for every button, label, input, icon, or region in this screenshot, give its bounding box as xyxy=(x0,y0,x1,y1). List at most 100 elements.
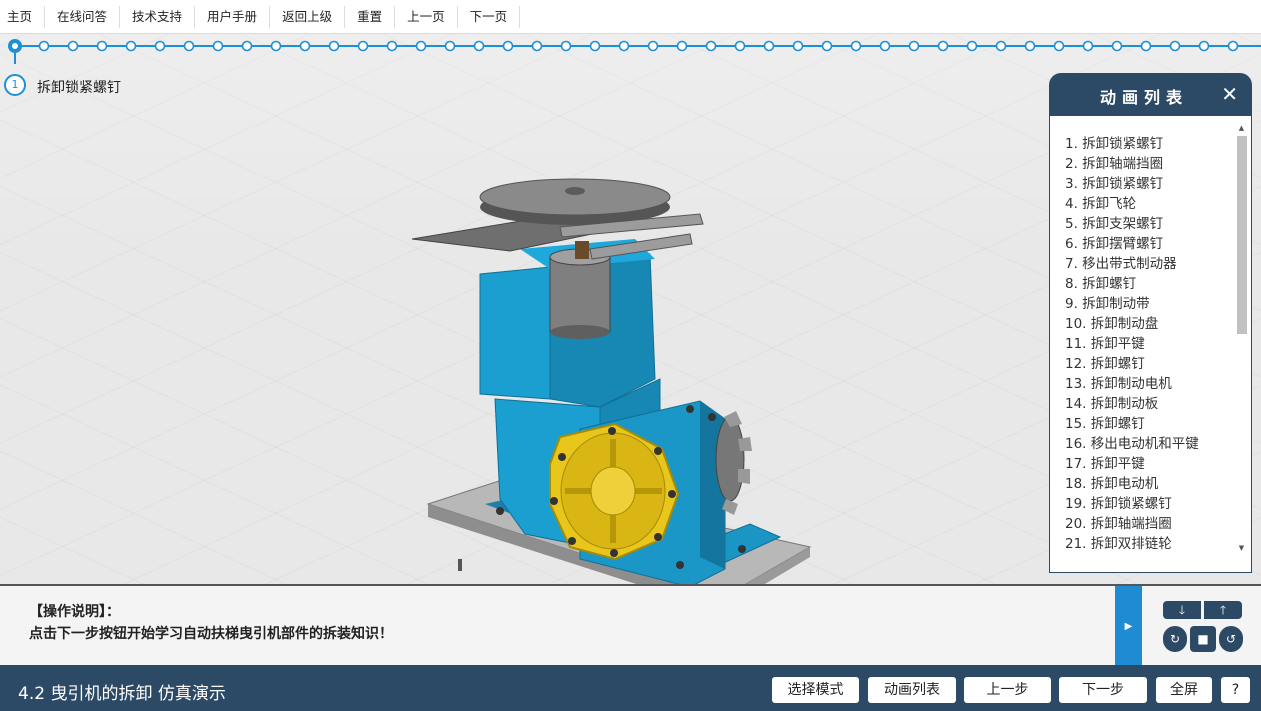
timeline-node[interactable] xyxy=(792,40,804,52)
menu-home[interactable]: 主页 xyxy=(0,5,46,28)
animation-list-item[interactable]: 2. 拆卸轴端挡圈 xyxy=(1065,154,1199,174)
menu-reset[interactable]: 重置 xyxy=(345,5,396,28)
timeline-node[interactable] xyxy=(386,40,398,52)
animation-list-item[interactable]: 21. 拆卸双排链轮 xyxy=(1065,534,1199,554)
timeline-node[interactable] xyxy=(241,40,253,52)
menu-back[interactable]: 返回上级 xyxy=(270,5,346,28)
animation-list-item[interactable]: 18. 拆卸电动机 xyxy=(1065,474,1199,494)
select-mode-button[interactable]: 选择模式 xyxy=(772,677,859,703)
timeline-node[interactable] xyxy=(1227,40,1239,52)
animation-list: 1. 拆卸锁紧螺钉 2. 拆卸轴端挡圈 3. 拆卸锁紧螺钉 4. 拆卸飞轮 5. 拆卸支… xyxy=(1065,134,1199,554)
timeline-node[interactable] xyxy=(589,40,601,52)
3d-viewport[interactable]: 1 拆卸锁紧螺钉 动画列表 ✕ 1. 拆卸锁紧螺钉 2. 拆卸轴端挡圈 3. 拆… xyxy=(0,34,1261,633)
rotate-right-icon[interactable]: ↺ xyxy=(1219,626,1243,652)
timeline-node[interactable] xyxy=(96,40,108,52)
timeline-node[interactable] xyxy=(415,40,427,52)
timeline-node[interactable] xyxy=(67,40,79,52)
scrollbar[interactable]: ▲ ▼ xyxy=(1236,124,1247,554)
animation-list-button[interactable]: 动画列表 xyxy=(868,677,956,703)
animation-list-item[interactable]: 10. 拆卸制动盘 xyxy=(1065,314,1199,334)
animation-list-item[interactable]: 7. 移出带式制动器 xyxy=(1065,254,1199,274)
timeline-node[interactable] xyxy=(38,40,50,52)
animation-list-item[interactable]: 4. 拆卸飞轮 xyxy=(1065,194,1199,214)
timeline-node[interactable] xyxy=(1024,40,1036,52)
timeline-node[interactable] xyxy=(328,40,340,52)
timeline-node[interactable] xyxy=(1198,40,1210,52)
step-timeline[interactable] xyxy=(0,34,1261,64)
menu-online-qa[interactable]: 在线问答 xyxy=(45,5,121,28)
next-step-button[interactable]: 下一步 xyxy=(1059,677,1147,703)
timeline-node[interactable] xyxy=(1169,40,1181,52)
timeline-node[interactable] xyxy=(676,40,688,52)
timeline-node[interactable] xyxy=(734,40,746,52)
timeline-node[interactable] xyxy=(821,40,833,52)
animation-list-item[interactable]: 14. 拆卸制动板 xyxy=(1065,394,1199,414)
timeline-node[interactable] xyxy=(473,40,485,52)
timeline-node[interactable] xyxy=(531,40,543,52)
scrollbar-thumb[interactable] xyxy=(1237,136,1247,334)
animation-list-item[interactable]: 5. 拆卸支架螺钉 xyxy=(1065,214,1199,234)
step-number-badge: 1 xyxy=(4,74,26,96)
animation-list-item[interactable]: 13. 拆卸制动电机 xyxy=(1065,374,1199,394)
animation-list-item[interactable]: 9. 拆卸制动带 xyxy=(1065,294,1199,314)
menu-tech-support[interactable]: 技术支持 xyxy=(120,5,196,28)
timeline-node[interactable] xyxy=(966,40,978,52)
timeline-node[interactable] xyxy=(850,40,862,52)
timeline-node[interactable] xyxy=(560,40,572,52)
timeline-node[interactable] xyxy=(763,40,775,52)
animation-list-item[interactable]: 20. 拆卸轴端挡圈 xyxy=(1065,514,1199,534)
timeline-node[interactable] xyxy=(705,40,717,52)
timeline-node[interactable] xyxy=(357,40,369,52)
animation-list-item[interactable]: 16. 移出电动机和平键 xyxy=(1065,434,1199,454)
rotate-left-icon[interactable]: ↻ xyxy=(1163,626,1187,652)
timeline-node[interactable] xyxy=(270,40,282,52)
timeline-node[interactable] xyxy=(908,40,920,52)
animation-list-item[interactable]: 12. 拆卸螺钉 xyxy=(1065,354,1199,374)
timeline-node[interactable] xyxy=(212,40,224,52)
timeline-node[interactable] xyxy=(879,40,891,52)
traction-machine-model[interactable] xyxy=(400,139,820,634)
menu-next-page[interactable]: 下一页 xyxy=(458,5,521,28)
menu-prev-page[interactable]: 上一页 xyxy=(395,5,458,28)
instruction-label: 【操作说明】： xyxy=(29,604,120,620)
timeline-node[interactable] xyxy=(995,40,1007,52)
help-button[interactable]: ? xyxy=(1221,677,1250,703)
animation-list-item[interactable]: 3. 拆卸锁紧螺钉 xyxy=(1065,174,1199,194)
timeline-node[interactable] xyxy=(1053,40,1065,52)
timeline-node[interactable] xyxy=(125,40,137,52)
animation-list-item[interactable]: 15. 拆卸螺钉 xyxy=(1065,414,1199,434)
timeline-node[interactable] xyxy=(1082,40,1094,52)
scroll-up-icon[interactable]: ▲ xyxy=(1236,124,1247,134)
camera-icon[interactable]: ■ xyxy=(1190,626,1216,652)
timeline-node[interactable] xyxy=(502,40,514,52)
arrow-down-icon[interactable]: 🡓 xyxy=(1163,601,1201,619)
animation-list-panel: 动画列表 ✕ 1. 拆卸锁紧螺钉 2. 拆卸轴端挡圈 3. 拆卸锁紧螺钉 4. 拆卸飞… xyxy=(1049,73,1252,573)
course-title: 4.2 曳引机的拆卸 仿真演示 xyxy=(18,684,226,704)
instruction-text: 点击下一步按钮开始学习自动扶梯曳引机部件的拆装知识！ xyxy=(29,626,393,642)
scroll-down-icon[interactable]: ▼ xyxy=(1236,544,1247,554)
timeline-node[interactable] xyxy=(647,40,659,52)
close-icon[interactable]: ✕ xyxy=(1221,82,1238,106)
timeline-node[interactable] xyxy=(1140,40,1152,52)
animation-list-item[interactable]: 8. 拆卸螺钉 xyxy=(1065,274,1199,294)
timeline-node[interactable] xyxy=(183,40,195,52)
animation-list-item[interactable]: 6. 拆卸摆臂螺钉 xyxy=(1065,234,1199,254)
animation-list-body: 1. 拆卸锁紧螺钉 2. 拆卸轴端挡圈 3. 拆卸锁紧螺钉 4. 拆卸飞轮 5. 拆卸支… xyxy=(1049,115,1252,573)
play-icon[interactable]: ▶ xyxy=(1115,586,1142,667)
animation-list-header: 动画列表 ✕ xyxy=(1049,73,1252,115)
menu-user-manual[interactable]: 用户手册 xyxy=(195,5,271,28)
fullscreen-button[interactable]: 全屏 xyxy=(1156,677,1212,703)
timeline-node[interactable] xyxy=(1111,40,1123,52)
bottom-bar: 4.2 曳引机的拆卸 仿真演示 选择模式 动画列表 上一步 下一步 全屏 ? xyxy=(0,665,1261,711)
animation-list-item[interactable]: 11. 拆卸平键 xyxy=(1065,334,1199,354)
animation-list-item[interactable]: 17. 拆卸平键 xyxy=(1065,454,1199,474)
timeline-node[interactable] xyxy=(937,40,949,52)
timeline-node[interactable] xyxy=(618,40,630,52)
animation-list-item[interactable]: 19. 拆卸锁紧螺钉 xyxy=(1065,494,1199,514)
timeline-node[interactable] xyxy=(444,40,456,52)
timeline-node[interactable] xyxy=(154,40,166,52)
arrow-up-icon[interactable]: 🡑 xyxy=(1204,601,1242,619)
animation-list-item[interactable]: 1. 拆卸锁紧螺钉 xyxy=(1065,134,1199,154)
timeline-node[interactable] xyxy=(299,40,311,52)
prev-step-button[interactable]: 上一步 xyxy=(964,677,1051,703)
